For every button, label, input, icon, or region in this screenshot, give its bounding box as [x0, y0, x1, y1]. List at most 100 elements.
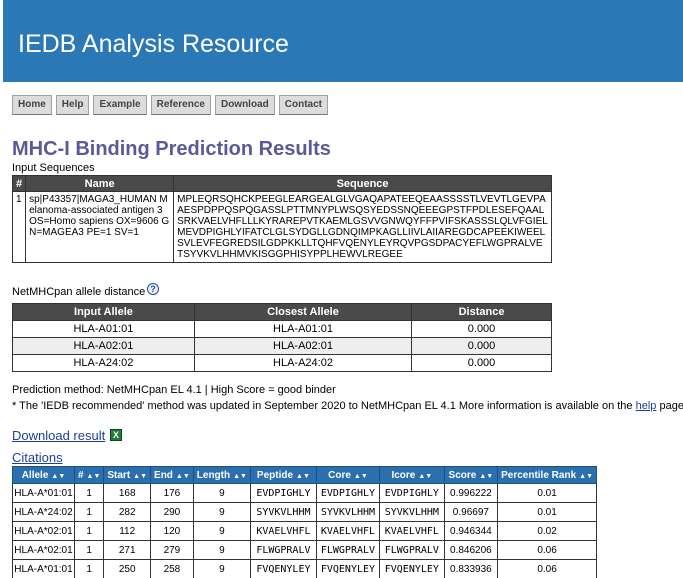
results-header-core[interactable]: Core ▲▼	[315, 466, 381, 484]
result-cell: 112	[103, 521, 152, 541]
nav-contact-button[interactable]: Contact	[278, 95, 328, 115]
result-cell: 9	[192, 540, 251, 560]
result-cell: EVDPIGHLY	[379, 483, 445, 503]
results-header-num[interactable]: # ▲▼	[73, 466, 105, 484]
result-cell: 9	[192, 559, 251, 578]
seq-sequence-cell: MPLEQRSQHCKPEEGLEARGEALGLVGAQAPATEEQEAAS…	[173, 191, 552, 263]
result-cell: SYVKVLHHM	[249, 502, 317, 522]
result-cell: 1	[73, 483, 105, 503]
table-row: HLA-A02:01 HLA-A02:01 0.000	[12, 337, 552, 355]
result-cell: 258	[150, 559, 194, 578]
sort-icon: ▲▼	[133, 472, 148, 480]
result-cell: 0.996222	[443, 483, 499, 503]
result-cell: 271	[103, 540, 152, 560]
allele-distance-table: Input Allele Closest Allele Distance HLA…	[12, 303, 552, 372]
table-row: 1 sp|P43357|MAGA3_HUMAN Melanoma-associa…	[11, 191, 552, 263]
allele-cell: HLA-A02:01	[193, 337, 413, 355]
result-cell: 9	[192, 502, 251, 522]
table-row: HLA-A*02:01 1 271 279 9 FLWGPRALV FLWGPR…	[12, 540, 597, 560]
results-header-percentile[interactable]: Percentile Rank ▲▼	[497, 466, 597, 484]
allele-cell: HLA-A01:01	[193, 320, 413, 338]
result-cell: FLWGPRALV	[249, 540, 317, 560]
allele-cell: 0.000	[411, 320, 552, 338]
prediction-method-text: Prediction method: NetMHCpan EL 4.1 | Hi…	[12, 384, 336, 396]
result-cell: 0.01	[497, 502, 597, 522]
allele-cell: HLA-A01:01	[12, 320, 195, 338]
allele-cell: HLA-A02:01	[12, 337, 195, 355]
note-after: page.	[659, 400, 683, 412]
nav-bar: Home Help Example Reference Download Con…	[12, 95, 332, 115]
allele-header-closest: Closest Allele	[193, 303, 413, 321]
allele-cell: 0.000	[411, 337, 552, 355]
result-cell: 290	[150, 502, 194, 522]
result-cell: FVQENYLEY	[249, 559, 317, 578]
table-row: HLA-A24:02 HLA-A24:02 0.000	[12, 354, 552, 372]
result-cell: 120	[150, 521, 194, 541]
nav-reference-button[interactable]: Reference	[150, 95, 211, 115]
results-header-icore[interactable]: Icore ▲▼	[379, 466, 445, 484]
result-cell: HLA-A*24:02	[12, 502, 75, 522]
allele-cell: 0.000	[411, 354, 552, 372]
results-header-allele[interactable]: Allele ▲▼	[12, 466, 75, 484]
note-text: * The 'IEDB recommended' method was upda…	[12, 400, 683, 412]
result-cell: FVQENYLEY	[315, 559, 381, 578]
result-cell: SYVKVLHHM	[379, 502, 445, 522]
results-header-end[interactable]: End ▲▼	[150, 466, 194, 484]
sort-icon: ▲▼	[418, 472, 433, 480]
result-cell: 0.946344	[443, 521, 499, 541]
result-cell: 250	[103, 559, 152, 578]
result-cell: HLA-A*02:01	[12, 540, 75, 560]
result-cell: HLA-A*01:01	[12, 559, 75, 578]
allele-cell: HLA-A24:02	[193, 354, 413, 372]
result-cell: 176	[150, 483, 194, 503]
sort-icon: ▲▼	[86, 472, 101, 480]
seq-name-cell: sp|P43357|MAGA3_HUMAN Melanoma-associate…	[25, 191, 175, 263]
download-result-link[interactable]: Download result	[12, 428, 105, 443]
result-cell: 0.06	[497, 540, 597, 560]
results-header-peptide[interactable]: Peptide ▲▼	[249, 466, 317, 484]
citations-link[interactable]: Citations	[12, 450, 63, 465]
nav-example-button[interactable]: Example	[93, 95, 147, 115]
result-cell: 0.846206	[443, 540, 499, 560]
sort-icon: ▲▼	[51, 472, 66, 480]
result-cell: 9	[192, 521, 251, 541]
result-cell: EVDPIGHLY	[315, 483, 381, 503]
result-cell: 0.833936	[443, 559, 499, 578]
result-cell: 1	[73, 559, 105, 578]
help-link[interactable]: help	[636, 400, 657, 412]
table-row: HLA-A*01:01 1 250 258 9 FVQENYLEY FVQENY…	[12, 559, 597, 578]
result-cell: HLA-A*01:01	[12, 483, 75, 503]
table-row: HLA-A01:01 HLA-A01:01 0.000	[12, 320, 552, 338]
result-cell: 168	[103, 483, 152, 503]
result-cell: 282	[103, 502, 152, 522]
nav-download-button[interactable]: Download	[214, 95, 275, 115]
nav-help-button[interactable]: Help	[55, 95, 90, 115]
result-cell: FLWGPRALV	[315, 540, 381, 560]
sort-icon: ▲▼	[296, 472, 310, 480]
result-cell: KVAELVHFL	[379, 521, 445, 541]
result-cell: FLWGPRALV	[379, 540, 445, 560]
input-sequences-table: # Name Sequence 1 sp|P43357|MAGA3_HUMAN …	[11, 175, 552, 263]
result-cell: 0.01	[497, 483, 597, 503]
results-header-score[interactable]: Score ▲▼	[443, 466, 499, 484]
input-sequences-label: Input Sequences	[12, 162, 95, 174]
table-row: HLA-A*24:02 1 282 290 9 SYVKVLHHM SYVKVL…	[12, 502, 597, 522]
help-icon[interactable]: ?	[147, 283, 159, 295]
results-header-start[interactable]: Start ▲▼	[103, 466, 152, 484]
result-cell: 9	[192, 483, 251, 503]
table-row: HLA-A*02:01 1 112 120 9 KVAELVHFL KVAELV…	[12, 521, 597, 541]
seq-header-sequence: Sequence	[173, 175, 552, 192]
note-before: * The 'IEDB recommended' method was upda…	[12, 400, 636, 412]
site-title: IEDB Analysis Resource	[18, 30, 289, 58]
result-cell: 0.96697	[443, 502, 499, 522]
allele-distance-label: NetMHCpan allele distance	[12, 286, 146, 298]
allele-cell: HLA-A24:02	[12, 354, 195, 372]
nav-home-button[interactable]: Home	[12, 95, 52, 115]
excel-icon[interactable]: X	[110, 429, 122, 441]
page-title: MHC-I Binding Prediction Results	[12, 138, 331, 160]
result-cell: 1	[73, 540, 105, 560]
seq-num-cell: 1	[11, 191, 27, 263]
results-header-length[interactable]: Length ▲▼	[192, 466, 251, 484]
result-cell: 1	[73, 521, 105, 541]
sort-icon: ▲▼	[579, 472, 593, 480]
